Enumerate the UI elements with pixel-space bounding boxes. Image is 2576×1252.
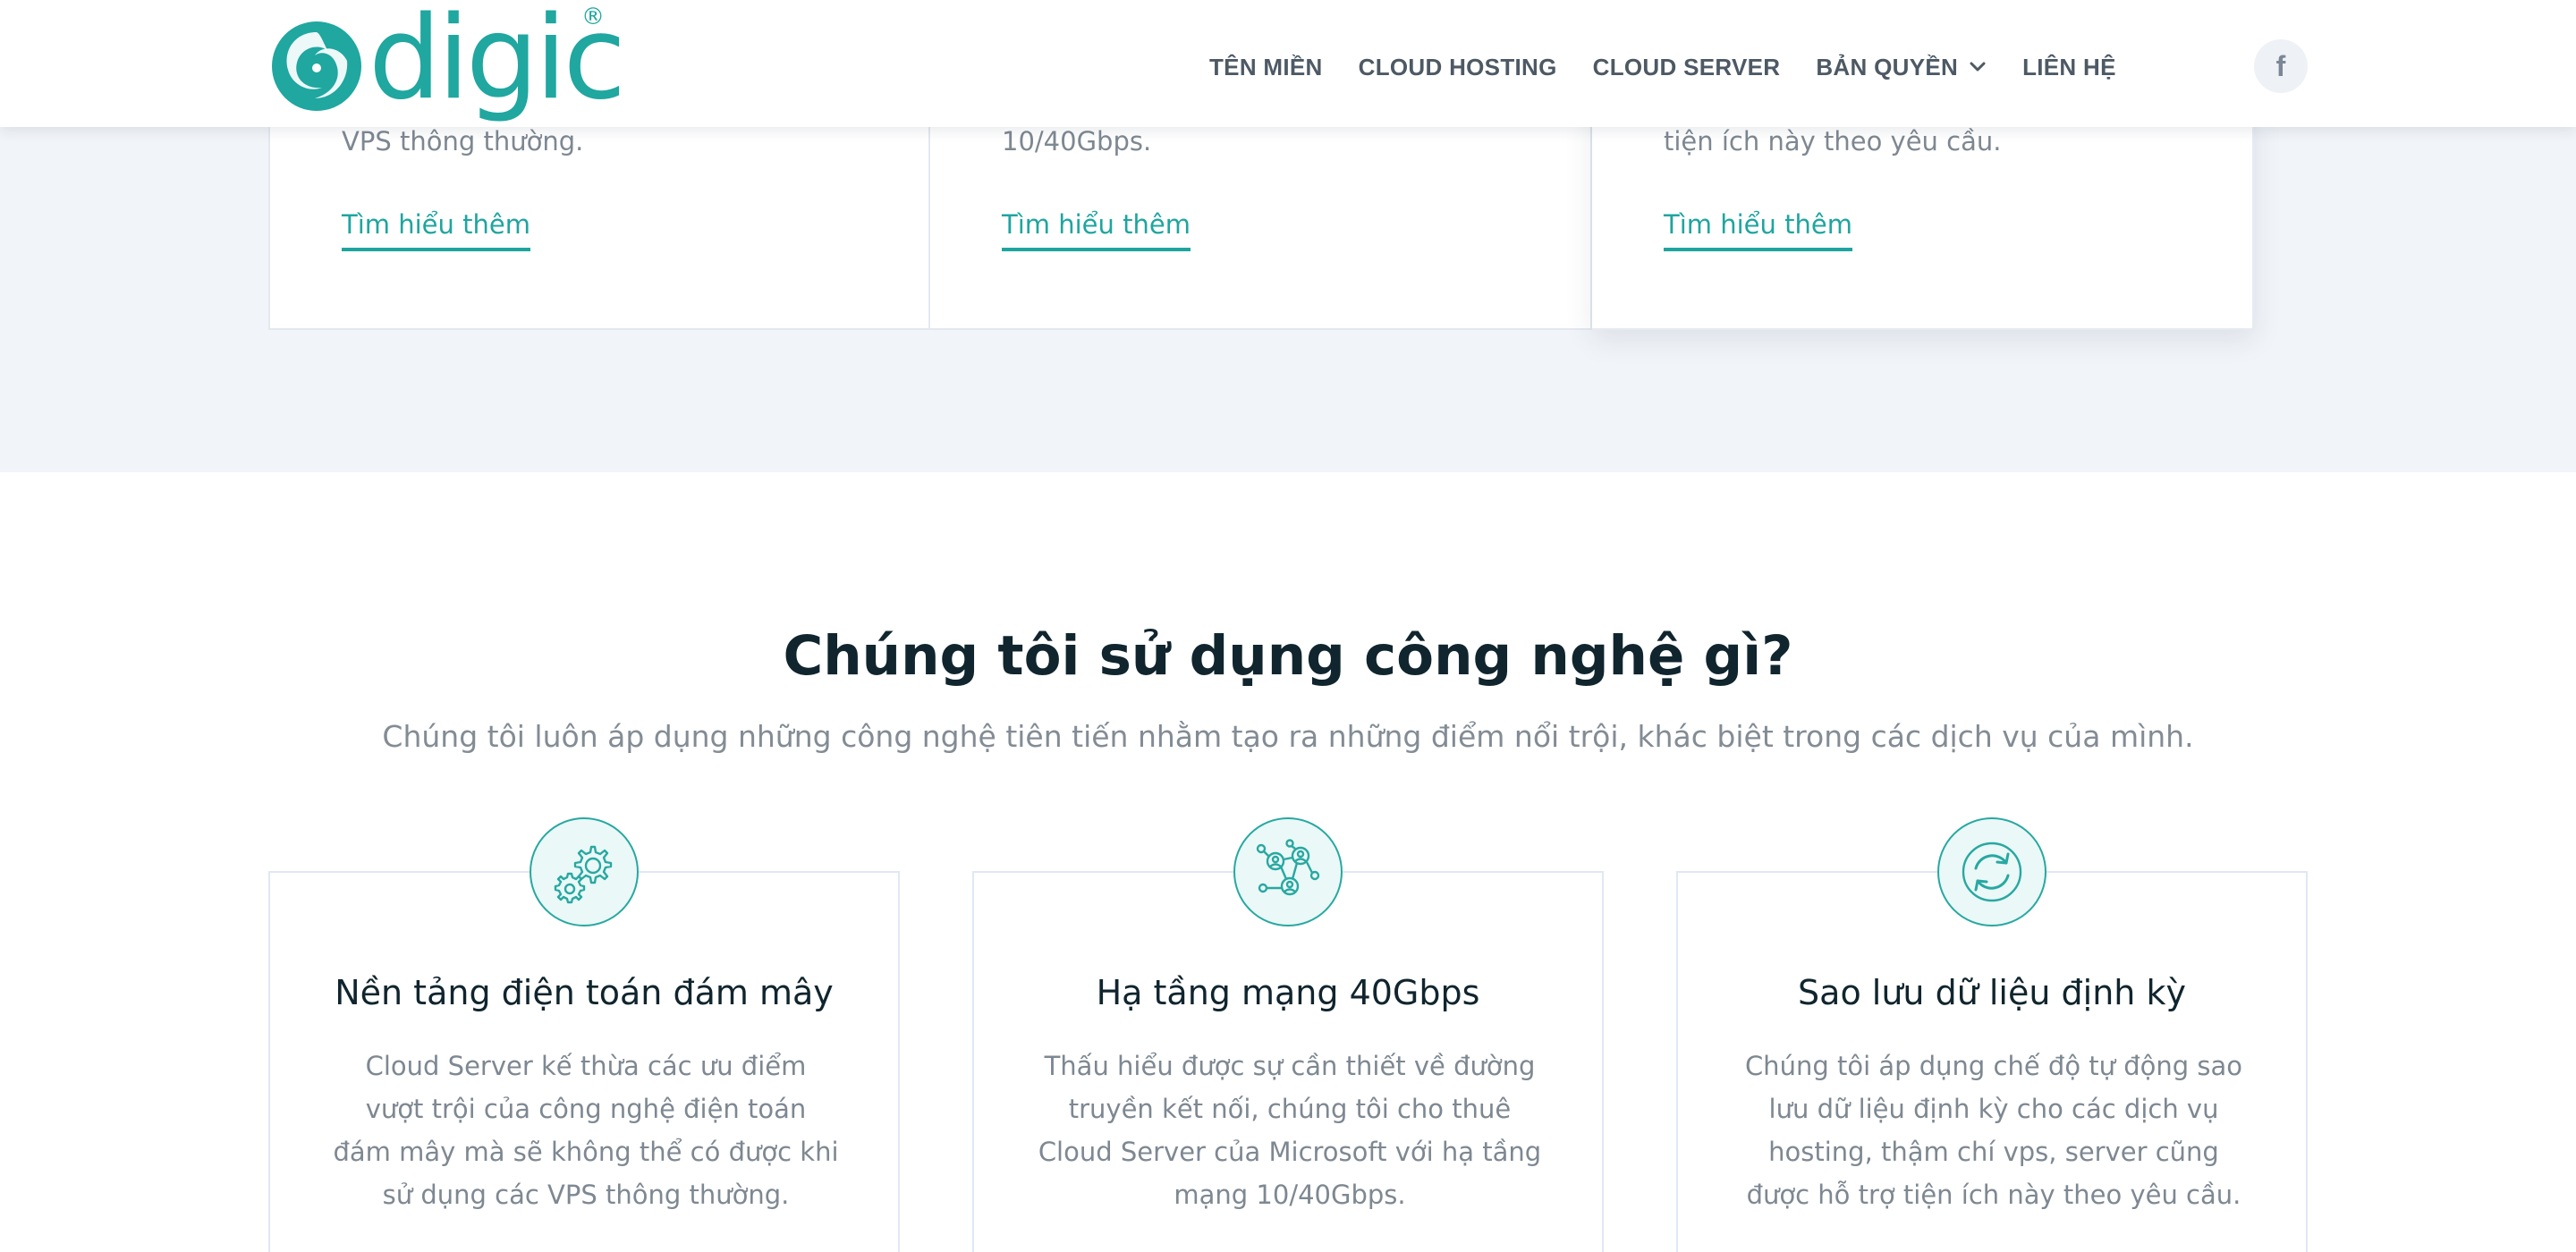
service-card-desc: 10/40Gbps. xyxy=(1002,126,1152,156)
section-title: Chúng tôi sử dụng công nghệ gì? xyxy=(783,624,1793,688)
learn-more-link[interactable]: Tìm hiểu thêm xyxy=(1002,208,1191,251)
brand-logo[interactable]: digic xyxy=(268,2,626,118)
learn-more-link[interactable]: Tìm hiểu thêm xyxy=(342,208,530,251)
feature-desc: Chúng tôi áp dụng chế độ tự động sao lưu… xyxy=(1744,1051,2243,1210)
service-card-desc: tiện ích này theo yêu cầu. xyxy=(1664,126,2002,156)
registered-mark: ® xyxy=(581,4,605,30)
facebook-button[interactable]: f xyxy=(2254,39,2308,93)
nav-item-label: LIÊN HỆ xyxy=(2022,53,2116,80)
feature-title: Sao lưu dữ liệu định kỳ xyxy=(1798,973,2186,1012)
nav-item-label: CLOUD HOSTING xyxy=(1358,53,1557,80)
main-nav: TÊN MIỀN CLOUD HOSTING CLOUD SERVER BẢN … xyxy=(1209,47,2116,88)
section-subtitle: Chúng tôi luôn áp dụng những công nghệ t… xyxy=(382,719,2194,754)
nav-item-domains[interactable]: TÊN MIỀN xyxy=(1209,54,1323,81)
feature-desc: Cloud Server kế thừa các ưu điểm vượt tr… xyxy=(333,1051,839,1210)
swirl-logo-icon xyxy=(272,21,361,111)
facebook-icon: f xyxy=(2275,49,2286,82)
site-header: digic ® TÊN MIỀN CLOUD HOSTING CLOUD SER… xyxy=(0,0,2576,127)
nav-item-label: TÊN MIỀN xyxy=(1209,53,1323,80)
nav-item-cloud-hosting[interactable]: CLOUD HOSTING xyxy=(1359,54,1557,81)
nav-item-cloud-server[interactable]: CLOUD SERVER xyxy=(1593,54,1781,81)
nav-item-licenses[interactable]: BẢN QUYỀN xyxy=(1816,54,1987,81)
feature-card-network: Hạ tầng mạng 40Gbps Thấu hiểu được sự cầ… xyxy=(972,871,1604,1252)
feature-desc: Thấu hiểu được sự cần thiết về đường tru… xyxy=(1038,1051,1542,1210)
learn-more-link[interactable]: Tìm hiểu thêm xyxy=(1664,208,1852,251)
feature-title: Hạ tầng mạng 40Gbps xyxy=(1096,973,1480,1012)
network-icon xyxy=(1233,817,1343,926)
sync-icon xyxy=(1937,817,2046,926)
feature-card-cloud: Nền tảng điện toán đám mây Cloud Server … xyxy=(268,871,900,1252)
nav-item-label: CLOUD SERVER xyxy=(1592,53,1781,80)
feature-title: Nền tảng điện toán đám mây xyxy=(335,973,834,1012)
gears-icon xyxy=(530,817,639,926)
service-card-desc: VPS thông thường. xyxy=(342,126,584,156)
nav-item-contact[interactable]: LIÊN HỆ xyxy=(2022,54,2116,81)
feature-card-backup: Sao lưu dữ liệu định kỳ Chúng tôi áp dụn… xyxy=(1676,871,2308,1252)
chevron-down-icon xyxy=(1970,62,1986,72)
nav-item-label: BẢN QUYỀN xyxy=(1816,53,1959,80)
